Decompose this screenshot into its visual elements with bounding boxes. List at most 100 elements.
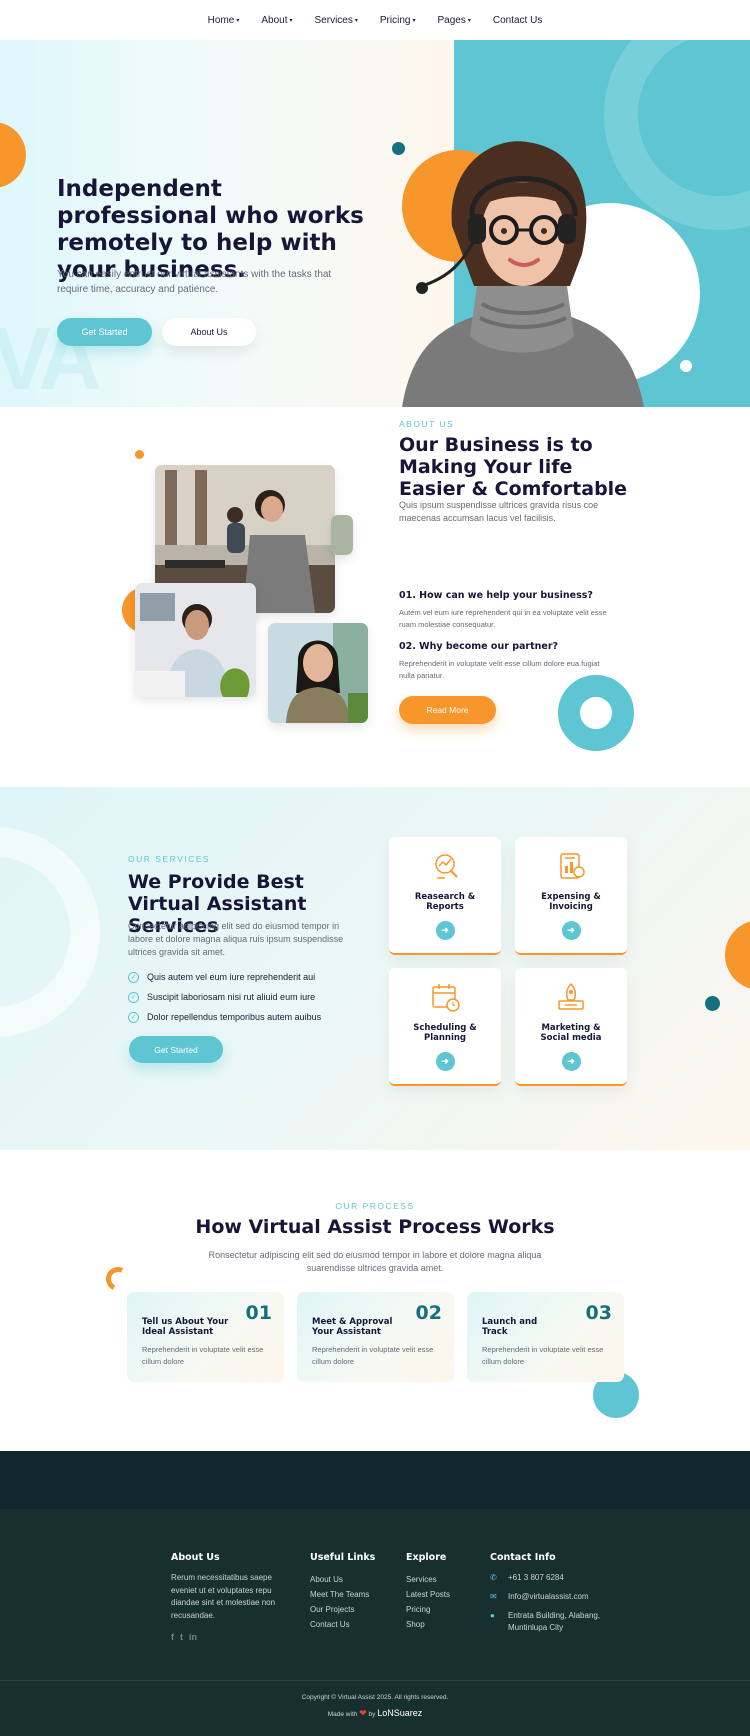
phone-text: +61 3 807 6284 [508,1573,564,1582]
footer-link-about[interactable]: About Us [310,1572,375,1587]
process-description: Ronsectetur adipiscing elit sed do eiusm… [208,1250,542,1273]
service-card-title: Scheduling & Planning [413,1023,477,1043]
facebook-icon[interactable]: f [171,1632,174,1642]
service-card-title: Marketing & Social media [540,1023,602,1043]
decorative-teal-dot [705,996,720,1011]
decorative-orange-circle [0,122,26,188]
footer-link-projects[interactable]: Our Projects [310,1602,375,1617]
about-us-button[interactable]: About Us [162,318,256,346]
nav-about[interactable]: About ▾ [261,15,292,26]
list-item-text: Quis autem vel eum iure reprehenderit au… [147,972,316,982]
process-title: How Virtual Assist Process Works [195,1216,555,1238]
footer-top-band [0,1451,750,1509]
step-number: 02 [415,1302,442,1324]
list-item: ✓ Suscipit laboriosam nisi rut aliuid eum… [128,987,321,1007]
list-item: ✓ Quis autem vel eum iure reprehenderit a… [128,967,321,987]
decorative-orange-arc [102,1263,134,1295]
about-answer-2: Reprehenderit in voluptate velit esse ci… [399,659,600,680]
check-circle-icon: ✓ [128,991,139,1003]
about-title: Our Business is to Making Your life Easi… [399,434,628,500]
step-text: Reprehenderit in voluptate velit esse ci… [312,1345,434,1366]
invoice-icon [560,853,585,879]
footer-link-contact[interactable]: Contact Us [310,1617,375,1632]
nav-home[interactable]: Home ▾ [208,15,240,26]
hero-assistant-illustration [402,141,644,407]
arrow-right-icon[interactable]: ➜ [435,921,455,940]
made-with-label: Made with [327,1711,358,1718]
heart-icon: ❤ [359,1708,367,1718]
services-description: Consectetur adipiscing elit sed do eiusm… [128,921,344,957]
footer-about-column: About Us Rerum necessitatibus saepe even… [171,1552,283,1642]
footer-link-pricing[interactable]: Pricing [406,1602,450,1617]
nav-home-label: Home [207,14,235,26]
footer-explore-heading: Explore [406,1552,447,1563]
get-started-button[interactable]: Get Started [57,318,152,346]
step-title: Tell us About Your Ideal Assistant [142,1317,229,1337]
service-card-scheduling[interactable]: Scheduling & Planning ➜ [389,968,501,1086]
about-eyebrow: ABOUT US [399,419,455,429]
process-section: OUR PROCESS How Virtual Assist Process W… [0,1150,750,1451]
nav-pricing-label: Pricing [379,14,411,26]
nav-pages-label: Pages [437,14,466,26]
footer-link-posts[interactable]: Latest Posts [406,1587,450,1602]
hero-section: VA Independent professional who works re… [0,40,750,407]
arrow-right-icon[interactable]: ➜ [561,1052,581,1071]
location-pin-icon: ● [490,1611,495,1620]
social-links: f t in [171,1632,283,1642]
chevron-down-icon: ▾ [354,17,358,24]
footer-link-shop[interactable]: Shop [406,1617,450,1632]
footer-phone[interactable]: ✆ +61 3 807 6284 [490,1572,608,1584]
services-feature-list: ✓ Quis autem vel eum iure reprehenderit a… [128,967,321,1027]
arrow-right-icon[interactable]: ➜ [561,921,581,940]
nav-pages[interactable]: Pages ▾ [437,15,470,26]
email-text: Info@virtualassist.com [508,1592,589,1601]
decorative-teal-ring [558,675,634,751]
list-item-text: Dolor repellendus temporibus autem auibu… [147,1012,322,1022]
calendar-icon [432,984,460,1012]
footer: About Us Rerum necessitatibus saepe even… [0,1509,750,1736]
made-by-label: by [368,1711,376,1718]
female-assistant-photo [268,623,368,723]
mail-icon: ✉ [490,1592,497,1601]
services-get-started-button[interactable]: Get Started [129,1036,223,1063]
brand-signature[interactable]: LoNSuarez [377,1708,422,1718]
copyright-text: Copyright © Virtual Assist 2025. All rig… [301,1694,449,1701]
nav-pricing[interactable]: Pricing ▾ [380,15,416,26]
footer-contact-heading: Contact Info [490,1552,556,1563]
nav-contact[interactable]: Contact Us [493,15,542,26]
decorative-ring [0,827,100,1037]
linkedin-icon[interactable]: in [189,1632,197,1642]
arrow-right-icon[interactable]: ➜ [435,1052,455,1071]
nav-about-label: About [261,14,288,26]
nav-services[interactable]: Services ▾ [315,15,358,26]
chevron-down-icon: ▾ [289,17,293,24]
footer-contact-column: Contact Info ✆ +61 3 807 6284 ✉ Info@virtu… [490,1552,608,1641]
process-step-3: Launch and Track 03 Reprehenderit in vol… [467,1292,624,1382]
side-photo-fragment [331,515,353,555]
about-question-1: 01. How can we help your business? [399,590,593,601]
read-more-button[interactable]: Read More [399,696,496,724]
chevron-down-icon: ▾ [236,17,240,24]
footer-links-heading: Useful Links [310,1552,376,1563]
step-title: Meet & Approval Your Assistant [312,1317,393,1337]
service-card-invoicing[interactable]: Expensing & Invoicing ➜ [515,837,627,955]
service-card-marketing[interactable]: Marketing & Social media ➜ [515,968,627,1086]
service-card-research[interactable]: Reasearch & Reports ➜ [389,837,501,955]
service-card-title: Expensing & Invoicing [541,892,601,912]
step-title: Launch and Track [482,1317,538,1337]
made-with-credit: Made with ❤ by LoNSuarez [0,1708,750,1719]
process-eyebrow: OUR PROCESS [335,1201,415,1211]
hero-description: You can easily entrust our virtual assis… [57,269,332,295]
twitter-icon[interactable]: t [180,1632,183,1642]
footer-link-services[interactable]: Services [406,1572,450,1587]
footer-address: ● Entrata Building, Alabang, Muntinlupa C… [490,1610,608,1634]
check-circle-icon: ✓ [128,1011,139,1023]
list-item: ✓ Dolor repellendus temporibus autem auib… [128,1007,321,1027]
footer-email[interactable]: ✉ Info@virtualassist.com [490,1591,608,1603]
footer-link-teams[interactable]: Meet The Teams [310,1587,375,1602]
phone-icon: ✆ [490,1573,497,1582]
footer-links-column: Useful Links About Us Meet The Teams Our… [310,1552,375,1632]
footer-explore-column: Explore Services Latest Posts Pricing Sh… [406,1552,450,1632]
footer-divider [0,1680,750,1681]
about-answer-1: Autem vel eum iure reprehenderit qui in … [399,608,607,629]
